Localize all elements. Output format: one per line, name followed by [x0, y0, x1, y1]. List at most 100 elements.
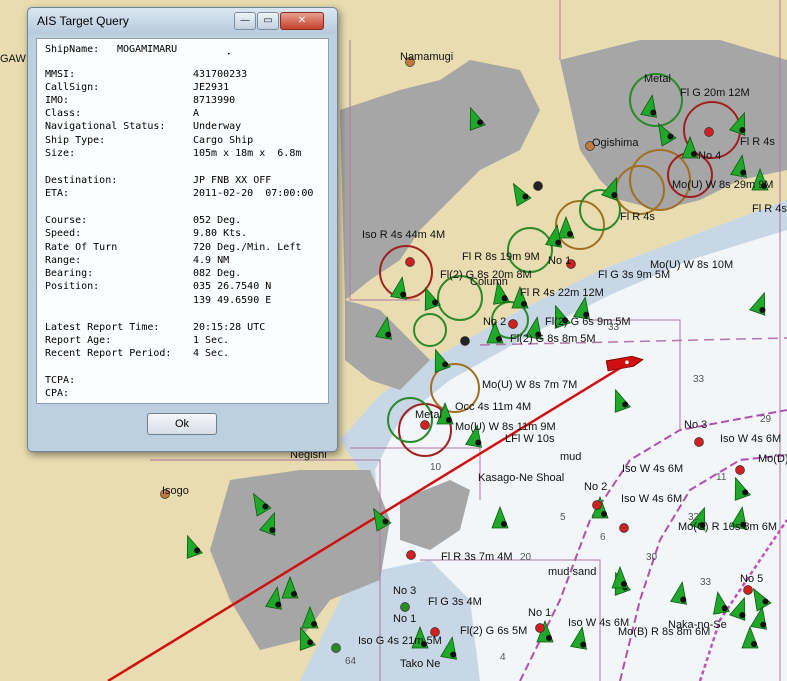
- cursor-dot: •: [227, 51, 231, 58]
- chart-label: Tako Ne: [400, 658, 440, 670]
- chart-label: Naka-no-Se: [668, 619, 727, 631]
- field-value: 720 Deg./Min. Left: [193, 242, 302, 253]
- minimize-button[interactable]: —: [234, 12, 256, 30]
- chart-label: Column: [470, 276, 508, 288]
- chart-label: mud: [560, 451, 581, 463]
- field-label: Destination:: [45, 175, 118, 186]
- chart-label: Fl G 20m 12M: [680, 87, 750, 99]
- buoy-icon[interactable]: [533, 181, 543, 191]
- field-label: Course:: [45, 215, 88, 226]
- field-value: Underway: [193, 121, 242, 132]
- dialog-title: AIS Target Query: [37, 14, 129, 28]
- chart-label: Fl R 4s 22m 12M: [520, 287, 604, 299]
- buoy-icon[interactable]: [735, 465, 745, 475]
- chart-label: Mo(U) W 8s 10M: [650, 259, 733, 271]
- field-label: Ship Type:: [45, 135, 106, 146]
- field-label: Latest Report Time:: [45, 322, 160, 333]
- depth-sounding: 6: [600, 532, 606, 543]
- chart-label: mud sand: [548, 566, 596, 578]
- ship-info-panel: ShipName: MOGAMIMARU • MMSI: 431700233 Cal…: [36, 38, 329, 404]
- field-label: Report Age:: [45, 335, 112, 346]
- chart-label: Fl(2) G 8s 8m 5M: [510, 333, 596, 345]
- buoy-icon[interactable]: [460, 336, 470, 346]
- depth-sounding: 32: [688, 512, 700, 523]
- field-label: Rate Of Turn: [45, 242, 118, 253]
- chart-label: No 2: [483, 316, 506, 328]
- buoy-icon[interactable]: [405, 257, 415, 267]
- field-value: 1 Sec.: [193, 335, 230, 346]
- chart-label: No 3: [684, 419, 707, 431]
- field-label: Position:: [45, 281, 100, 292]
- chart-label: Namamugi: [400, 51, 453, 63]
- buoy-icon[interactable]: [704, 127, 714, 137]
- chart-label: LFl W 10s: [505, 433, 555, 445]
- ok-button[interactable]: Ok: [147, 413, 217, 435]
- chart-label: Mo(U) W 8s 29m 9M: [672, 179, 773, 191]
- depth-sounding: 5: [560, 512, 566, 523]
- chart-label: Mo(U) W 8s 11m 9M: [455, 421, 556, 433]
- buoy-icon[interactable]: [592, 500, 602, 510]
- field-label: Bearing:: [45, 268, 94, 279]
- field-value: 082 Deg.: [193, 268, 242, 279]
- depth-sounding: 4: [500, 652, 506, 663]
- chart-label: Fl R 3s 7m 4M: [441, 551, 513, 563]
- chart-label: Isogo: [162, 485, 189, 497]
- chart-label: Metal: [644, 73, 671, 85]
- chart-label: No 1: [548, 255, 571, 267]
- field-label: CPA:: [45, 388, 70, 399]
- depth-sounding: 64: [345, 656, 357, 667]
- field-value: 8713990: [193, 95, 236, 106]
- buoy-icon[interactable]: [400, 602, 410, 612]
- field-label: ETA:: [45, 188, 70, 199]
- maximize-button[interactable]: ▭: [257, 12, 279, 30]
- depth-sounding: 33: [693, 374, 705, 385]
- field-value: 20:15:28 UTC: [193, 322, 266, 333]
- field-value: 105m x 18m x 6.8m: [193, 148, 302, 159]
- ais-target-query-dialog[interactable]: AIS Target Query — ▭ ✕ ShipName: MOGAMIM…: [27, 7, 338, 452]
- buoy-icon[interactable]: [619, 523, 629, 533]
- buoy-icon[interactable]: [743, 585, 753, 595]
- chart-label: No 1: [528, 607, 551, 619]
- depth-sounding: 11: [716, 472, 727, 483]
- buoy-icon[interactable]: [508, 319, 518, 329]
- field-label: MMSI:: [45, 69, 76, 80]
- field-value: 052 Deg.: [193, 215, 242, 226]
- chart-label: Mo(U) W 8s 7m 7M: [482, 379, 577, 391]
- buoy-icon[interactable]: [420, 420, 430, 430]
- field-value: 035 26.7540 N: [193, 281, 272, 292]
- depth-sounding: 20: [520, 552, 532, 563]
- buoy-icon[interactable]: [694, 437, 704, 447]
- field-label: Speed:: [45, 228, 82, 239]
- buoy-icon[interactable]: [406, 550, 416, 560]
- chart-label: Iso R 4s 44m 4M: [362, 229, 445, 241]
- depth-sounding: 33: [608, 322, 620, 333]
- field-value: A: [193, 108, 200, 119]
- chart-label: Iso G 4s 21m 5M: [358, 635, 442, 647]
- chart-label: Iso W 4s 6M: [622, 463, 683, 475]
- field-label: Size:: [45, 148, 76, 159]
- field-label: IMO:: [45, 95, 70, 106]
- close-button[interactable]: ✕: [280, 12, 324, 30]
- depth-sounding: 33: [700, 577, 712, 588]
- chart-label: Occ 4s 11m 4M: [455, 401, 531, 413]
- field-value: 9.80 Kts.: [193, 228, 248, 239]
- field-label: TCPA:: [45, 375, 76, 386]
- chart-label: Iso W 4s 6M: [621, 493, 682, 505]
- buoy-icon[interactable]: [331, 643, 341, 653]
- chart-label: Ogishima: [592, 137, 639, 149]
- field-label: Navigational Status:: [45, 121, 166, 132]
- chart-label: No 1: [393, 613, 416, 625]
- field-value: 431700233: [193, 69, 248, 80]
- shipname-label: ShipName:: [45, 44, 100, 55]
- field-value: Cargo Ship: [193, 135, 254, 146]
- field-value: 2011-02-20 07:00:00: [193, 188, 314, 199]
- chart-label: Metal: [415, 409, 442, 421]
- chart-label: Fl R 4s: [620, 211, 655, 223]
- chart-label: Fl R 4s: [752, 203, 787, 215]
- field-value: JP FNB XX OFF: [193, 175, 272, 186]
- chart-label: No 5: [740, 573, 763, 585]
- dialog-titlebar[interactable]: AIS Target Query — ▭ ✕: [28, 8, 337, 34]
- buoy-icon[interactable]: [535, 623, 545, 633]
- chart-label: Mo(D): [758, 453, 787, 465]
- depth-sounding: 29: [760, 414, 772, 425]
